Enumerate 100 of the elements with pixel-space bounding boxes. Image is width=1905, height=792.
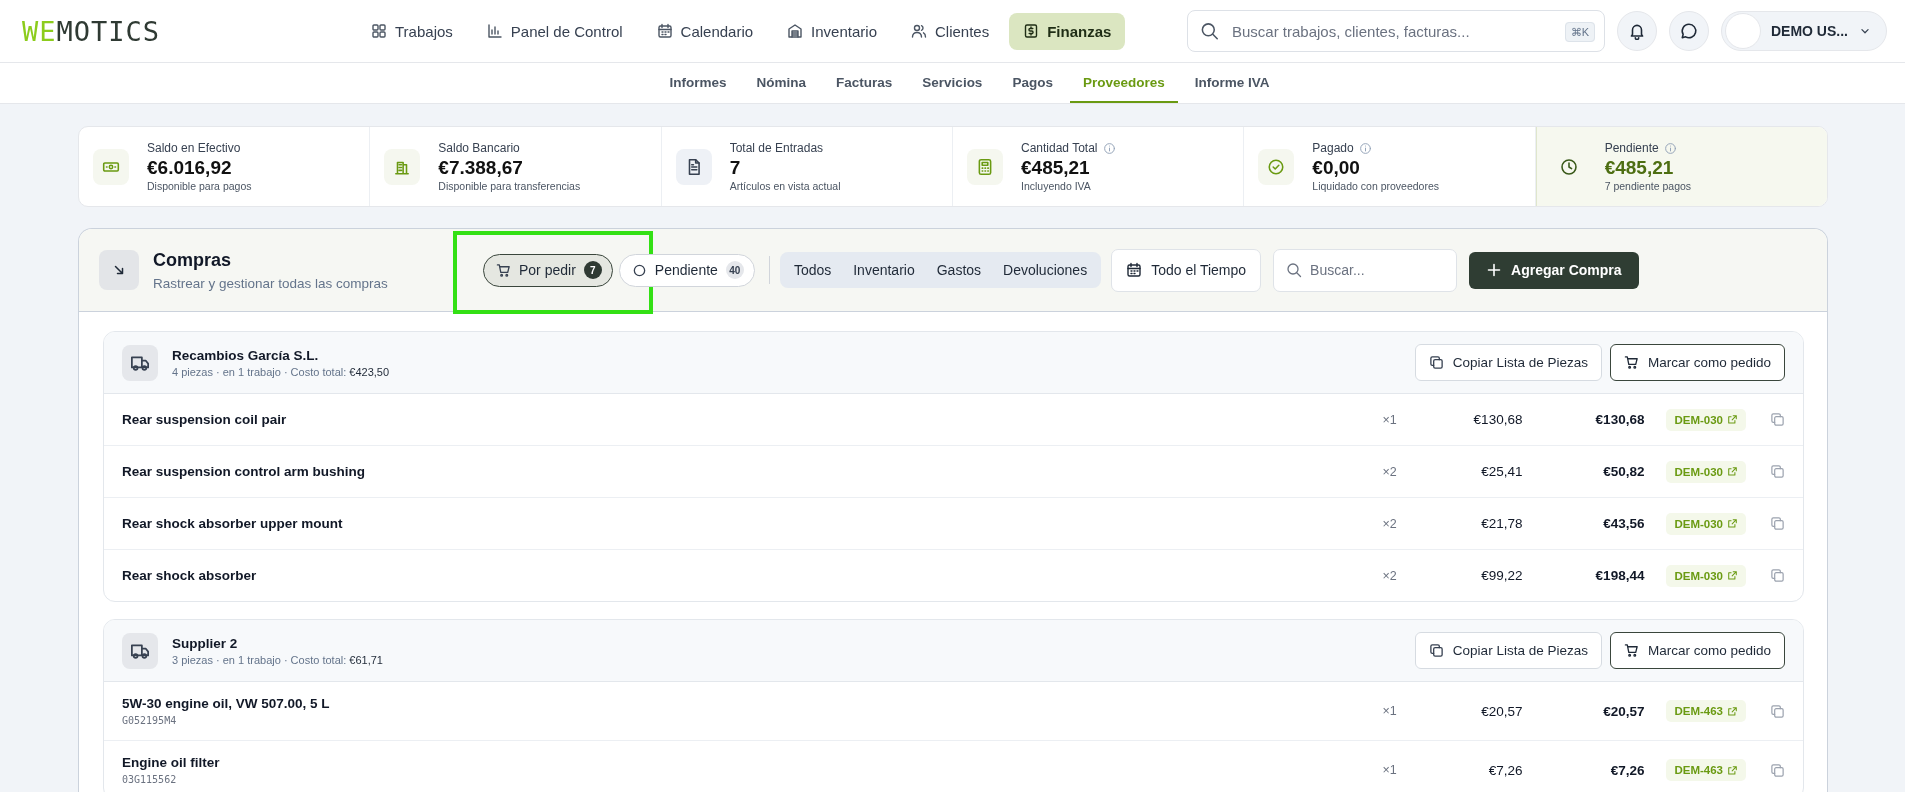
category-tab[interactable]: Todos bbox=[782, 255, 843, 285]
copy-button[interactable] bbox=[1770, 516, 1785, 531]
unit-price: €25,41 bbox=[1480, 464, 1523, 479]
status-filter[interactable]: Pendiente 40 bbox=[618, 253, 755, 287]
stat-label: Saldo en Efectivo bbox=[147, 141, 241, 155]
sub-tab[interactable]: Nómina bbox=[743, 63, 820, 103]
quantity: ×2 bbox=[1382, 464, 1398, 479]
shortcut-hint: ⌘K bbox=[1564, 22, 1595, 42]
circle-icon bbox=[631, 262, 647, 278]
stat-value: €7.388,67 bbox=[438, 157, 524, 179]
category-tab[interactable]: Devoluciones bbox=[992, 255, 1099, 285]
quantity: ×1 bbox=[1382, 412, 1398, 427]
quantity: ×2 bbox=[1382, 568, 1398, 583]
sub-tab[interactable]: Facturas bbox=[823, 63, 906, 103]
copy-icon bbox=[1770, 762, 1785, 778]
stat-label: Total de Entradas bbox=[729, 141, 824, 155]
check-circle-icon bbox=[1267, 157, 1286, 176]
copy-button[interactable] bbox=[1770, 568, 1785, 583]
count-badge: 40 bbox=[725, 261, 744, 279]
external-link-icon bbox=[1727, 570, 1738, 581]
stat-value: 7 bbox=[729, 157, 742, 179]
stat-value: €485,21 bbox=[1021, 157, 1091, 179]
date-filter-button[interactable]: Todo el Tiempo bbox=[1111, 248, 1262, 292]
part-name: 5W-30 engine oil, VW 507.00, 5 L bbox=[122, 696, 331, 711]
sub-tab[interactable]: Informes bbox=[656, 63, 740, 103]
external-link-icon bbox=[1727, 705, 1738, 717]
stat-note: Disponible para pagos bbox=[147, 180, 252, 192]
copy-button[interactable] bbox=[1770, 464, 1785, 479]
dollar-icon bbox=[1023, 23, 1040, 39]
line-total: €50,82 bbox=[1602, 464, 1645, 479]
calculator-icon bbox=[976, 157, 994, 176]
copy-parts-list-button[interactable]: Copiar Lista de Piezas bbox=[1414, 344, 1602, 381]
part-name: Rear shock absorber bbox=[122, 568, 258, 583]
messages-button[interactable] bbox=[1669, 11, 1709, 51]
bar-chart-icon bbox=[486, 23, 503, 39]
copy-icon bbox=[1770, 412, 1785, 427]
stat-value: €6.016,92 bbox=[147, 157, 233, 179]
sub-tab[interactable]: Pagos bbox=[999, 63, 1066, 103]
category-tab[interactable]: Inventario bbox=[842, 255, 926, 285]
line-total: €20,57 bbox=[1602, 703, 1645, 719]
unit-price: €99,22 bbox=[1480, 568, 1523, 583]
status-filter[interactable]: Por pedir 7 bbox=[483, 253, 613, 287]
supplier-summary: 3 piezas · en 1 trabajo · Costo total: €61,71 bbox=[172, 653, 384, 666]
panel-title: Compras bbox=[153, 249, 233, 271]
part-number: 03G115562 bbox=[122, 774, 178, 785]
stat-label: Saldo Bancario bbox=[438, 141, 520, 155]
sub-tab[interactable]: Servicios bbox=[909, 63, 996, 103]
nav-tab[interactable]: Finanzas bbox=[1009, 12, 1126, 50]
external-link-icon bbox=[1727, 518, 1738, 529]
category-tab[interactable]: Gastos bbox=[925, 255, 993, 285]
part-name: Engine oil filter bbox=[122, 755, 221, 770]
copy-button[interactable] bbox=[1770, 762, 1785, 778]
grid-icon bbox=[371, 23, 387, 39]
copy-button[interactable] bbox=[1770, 703, 1785, 719]
stat-value: €0,00 bbox=[1312, 157, 1361, 179]
external-link-icon bbox=[1727, 764, 1738, 776]
plus-icon bbox=[1486, 262, 1503, 278]
stat-label: Pagado bbox=[1312, 141, 1354, 155]
mark-as-ordered-button[interactable]: Marcar como pedido bbox=[1609, 632, 1785, 669]
copy-parts-list-button[interactable]: Copiar Lista de Piezas bbox=[1414, 632, 1602, 669]
quantity: ×1 bbox=[1382, 763, 1398, 777]
count-badge: 7 bbox=[583, 261, 602, 279]
bell-icon bbox=[1628, 22, 1646, 40]
part-name: Rear shock absorber upper mount bbox=[122, 516, 344, 531]
panel-subtitle: Rastrear y gestionar todas las compras bbox=[153, 275, 389, 291]
search-icon bbox=[1286, 262, 1303, 278]
add-purchase-button[interactable]: Agregar Compra bbox=[1469, 251, 1639, 289]
nav-tab[interactable]: Trabajos bbox=[357, 12, 467, 50]
unit-price: €7,26 bbox=[1487, 762, 1523, 778]
copy-button[interactable] bbox=[1770, 412, 1785, 427]
supplier-summary: 4 piezas · en 1 trabajo · Costo total: €423,50 bbox=[172, 365, 391, 378]
stat-note: Liquidado con proveedores bbox=[1312, 180, 1439, 192]
line-total: €7,26 bbox=[1609, 762, 1645, 778]
warehouse-icon bbox=[787, 23, 804, 39]
external-link-icon bbox=[1727, 414, 1738, 425]
stat-note: Artículos en vista actual bbox=[729, 180, 841, 192]
unit-price: €130,68 bbox=[1472, 412, 1523, 427]
nav-tab[interactable]: Inventario bbox=[773, 12, 891, 50]
copy-icon bbox=[1770, 568, 1785, 583]
cart-icon bbox=[1623, 355, 1639, 370]
copy-icon bbox=[1770, 703, 1785, 719]
external-link-icon bbox=[1727, 466, 1738, 477]
notifications-button[interactable] bbox=[1617, 11, 1657, 51]
nav-tab[interactable]: Clientes bbox=[897, 12, 1004, 50]
sub-tab[interactable]: Informe IVA bbox=[1181, 63, 1283, 103]
user-menu[interactable]: DEMO US... bbox=[1721, 11, 1887, 51]
nav-tab[interactable]: Calendario bbox=[642, 12, 768, 50]
users-icon bbox=[911, 23, 927, 39]
part-name: Rear suspension control arm bushing bbox=[122, 464, 367, 479]
avatar bbox=[1725, 13, 1761, 49]
calendar-icon bbox=[1126, 262, 1143, 278]
search-field[interactable]: Buscar... bbox=[1273, 248, 1458, 292]
nav-tab[interactable]: Panel de Control bbox=[472, 12, 637, 50]
unit-price: €21,78 bbox=[1480, 516, 1523, 531]
copy-icon bbox=[1770, 516, 1785, 531]
copy-icon bbox=[1770, 464, 1785, 479]
clock-icon bbox=[1559, 157, 1578, 176]
copy-icon bbox=[1428, 355, 1444, 370]
part-name: Rear suspension coil pair bbox=[122, 412, 288, 427]
mark-as-ordered-button[interactable]: Marcar como pedido bbox=[1609, 344, 1785, 381]
